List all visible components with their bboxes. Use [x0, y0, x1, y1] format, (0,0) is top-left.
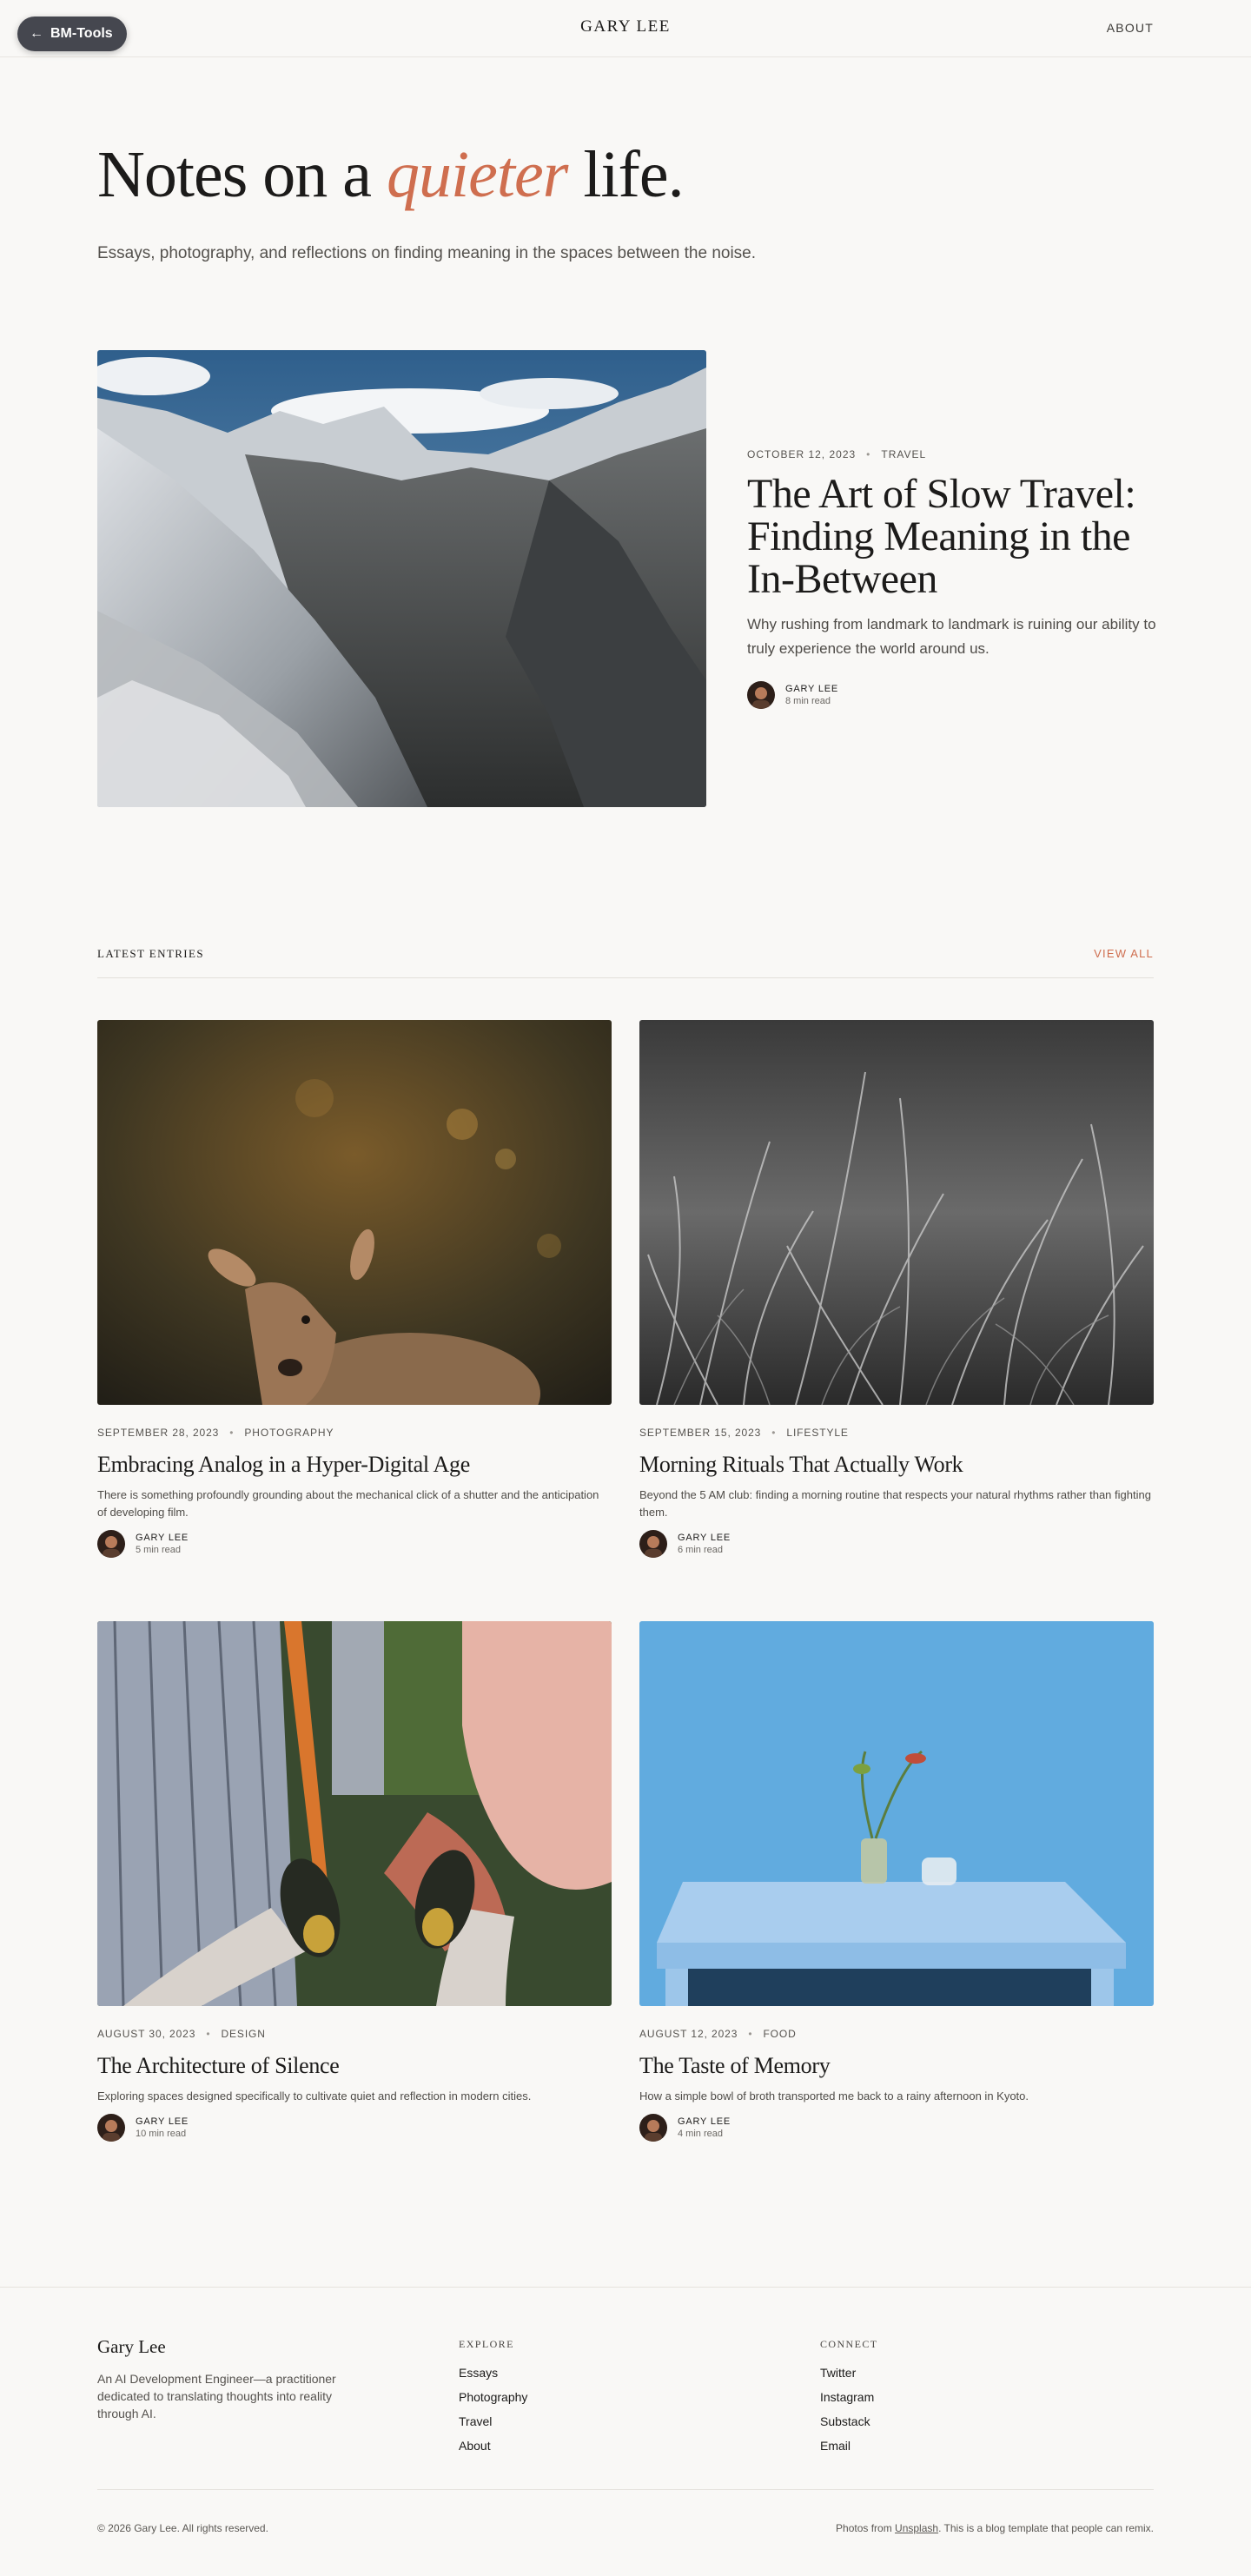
view-all-link[interactable]: VIEW ALL: [1094, 947, 1154, 960]
post-category[interactable]: PHOTOGRAPHY: [244, 1427, 334, 1439]
footer-credit: Photos from Unsplash. This is a blog tem…: [836, 2522, 1154, 2534]
post-title[interactable]: Embracing Analog in a Hyper-Digital Age: [97, 1451, 612, 1478]
hero-title-start: Notes on a: [97, 138, 387, 211]
post-thumbnail[interactable]: [639, 1020, 1154, 1405]
post-thumbnail[interactable]: [639, 1621, 1154, 2006]
post-thumbnail[interactable]: [97, 1020, 612, 1405]
footer-divider: [97, 2489, 1154, 2490]
nav-about-link[interactable]: ABOUT: [1107, 21, 1154, 35]
post-title[interactable]: The Taste of Memory: [639, 2052, 1154, 2079]
post-author: GARY LEE 6 min read: [639, 1530, 1154, 1559]
featured-post-title[interactable]: The Art of Slow Travel: Finding Meaning …: [747, 473, 1164, 601]
post-author: GARY LEE 5 min read: [97, 1530, 612, 1559]
read-time: 8 min read: [785, 696, 831, 706]
meta-separator: •: [748, 2028, 753, 2040]
post-card[interactable]: SEPTEMBER 15, 2023 • LIFESTYLE Morning R…: [639, 1020, 1154, 1559]
hero-title: Notes on a quieter life.: [97, 138, 685, 212]
featured-post-excerpt: Why rushing from landmark to landmark is…: [747, 616, 1156, 657]
post-category[interactable]: LIFESTYLE: [786, 1427, 848, 1439]
footer-link-travel[interactable]: Travel: [459, 2414, 527, 2429]
footer-link-email[interactable]: Email: [820, 2438, 877, 2453]
featured-post-author: GARY LEE 8 min read: [747, 681, 838, 709]
post-thumbnail[interactable]: [97, 1621, 612, 2006]
footer-brand[interactable]: Gary Lee: [97, 2336, 166, 2358]
post-excerpt: How a simple bowl of broth transported m…: [639, 2089, 1029, 2103]
featured-post-image[interactable]: [97, 350, 706, 807]
footer-explore-heading: EXPLORE: [459, 2338, 514, 2350]
footer-link-twitter[interactable]: Twitter: [820, 2365, 877, 2381]
read-time: 10 min read: [136, 2129, 187, 2140]
featured-post-meta: OCTOBER 12, 2023 • TRAVEL: [747, 448, 926, 460]
post-card[interactable]: AUGUST 12, 2023 • FOOD The Taste of Memo…: [639, 1621, 1154, 2142]
hero-title-accent: quieter: [387, 138, 568, 211]
post-author: GARY LEE 10 min read: [97, 2114, 612, 2142]
post-meta: AUGUST 30, 2023 • DESIGN: [97, 2028, 612, 2040]
post-date: AUGUST 30, 2023: [97, 2028, 196, 2040]
avatar: [639, 2114, 667, 2142]
site-header: S GARY LEE ABOUT ← BM-Tools: [0, 0, 1251, 57]
post-title[interactable]: Morning Rituals That Actually Work: [639, 1451, 1154, 1478]
rooftop-photo: [97, 1621, 612, 2006]
post-excerpt: Exploring spaces designed specifically t…: [97, 2089, 532, 2103]
author-name: GARY LEE: [678, 2116, 731, 2128]
post-date: SEPTEMBER 28, 2023: [97, 1427, 220, 1439]
author-name: GARY LEE: [678, 1533, 731, 1544]
footer-link-essays[interactable]: Essays: [459, 2365, 527, 2381]
bm-tools-back-button[interactable]: ← BM-Tools: [17, 17, 127, 51]
avatar: [97, 2114, 125, 2142]
post-date: AUGUST 12, 2023: [639, 2028, 738, 2040]
mountain-photo: [97, 350, 706, 807]
post-card[interactable]: AUGUST 30, 2023 • DESIGN The Architectur…: [97, 1621, 612, 2142]
arrow-left-icon: ←: [30, 26, 43, 41]
footer-link-about[interactable]: About: [459, 2438, 527, 2453]
meta-separator: •: [229, 1427, 235, 1439]
post-meta: AUGUST 12, 2023 • FOOD: [639, 2028, 1154, 2040]
post-excerpt: Beyond the 5 AM club: finding a morning …: [639, 1488, 1151, 1520]
avatar: [747, 681, 775, 709]
post-category[interactable]: DESIGN: [221, 2028, 265, 2040]
meta-separator: •: [206, 2028, 211, 2040]
author-name: GARY LEE: [136, 2116, 189, 2128]
grass-photo: [639, 1020, 1154, 1405]
deer-photo: [97, 1020, 612, 1405]
footer-connect-heading: CONNECT: [820, 2338, 878, 2350]
author-name: GARY LEE: [136, 1533, 189, 1544]
post-meta: SEPTEMBER 15, 2023 • LIFESTYLE: [639, 1427, 1154, 1439]
author-name: GARY LEE: [785, 684, 839, 694]
hero-title-end: life.: [567, 138, 684, 211]
footer-link-instagram[interactable]: Instagram: [820, 2389, 877, 2405]
meta-separator: •: [866, 448, 871, 460]
unsplash-link[interactable]: Unsplash: [895, 2522, 938, 2534]
post-meta: SEPTEMBER 28, 2023 • PHOTOGRAPHY: [97, 1427, 612, 1439]
post-category[interactable]: FOOD: [763, 2028, 796, 2040]
post-card[interactable]: SEPTEMBER 28, 2023 • PHOTOGRAPHY Embraci…: [97, 1020, 612, 1559]
site-brand[interactable]: GARY LEE: [0, 17, 1251, 36]
read-time: 6 min read: [678, 1545, 723, 1556]
blue-table-photo: [639, 1621, 1154, 2006]
read-time: 4 min read: [678, 2129, 723, 2140]
read-time: 5 min read: [136, 1545, 181, 1556]
featured-post-date: OCTOBER 12, 2023: [747, 448, 857, 460]
meta-separator: •: [771, 1427, 777, 1439]
avatar: [639, 1530, 667, 1559]
post-title[interactable]: The Architecture of Silence: [97, 2052, 612, 2079]
post-excerpt: There is something profoundly grounding …: [97, 1488, 599, 1520]
footer-connect-column: CONNECT Twitter Instagram Substack Email: [820, 2338, 877, 2462]
featured-post-category[interactable]: TRAVEL: [881, 448, 926, 460]
latest-entries-label: LATEST ENTRIES: [97, 947, 204, 960]
footer-link-substack[interactable]: Substack: [820, 2414, 877, 2429]
credit-text-start: Photos from: [836, 2522, 896, 2534]
footer-explore-column: EXPLORE Essays Photography Travel About: [459, 2338, 527, 2462]
site-footer: Gary Lee An AI Development Engineer—a pr…: [0, 2287, 1251, 2576]
hero-subtitle: Essays, photography, and reflections on …: [97, 244, 757, 262]
post-author: GARY LEE 4 min read: [639, 2114, 1154, 2142]
post-date: SEPTEMBER 15, 2023: [639, 1427, 762, 1439]
footer-copyright: © 2026 Gary Lee. All rights reserved.: [97, 2522, 268, 2534]
avatar: [97, 1530, 125, 1559]
latest-entries-header: LATEST ENTRIES VIEW ALL: [97, 945, 1154, 978]
credit-text-end: . This is a blog template that people ca…: [938, 2522, 1154, 2534]
footer-link-photography[interactable]: Photography: [459, 2389, 527, 2405]
footer-description: An AI Development Engineer—a practitione…: [97, 2372, 336, 2420]
bm-tools-label: BM-Tools: [50, 26, 113, 41]
